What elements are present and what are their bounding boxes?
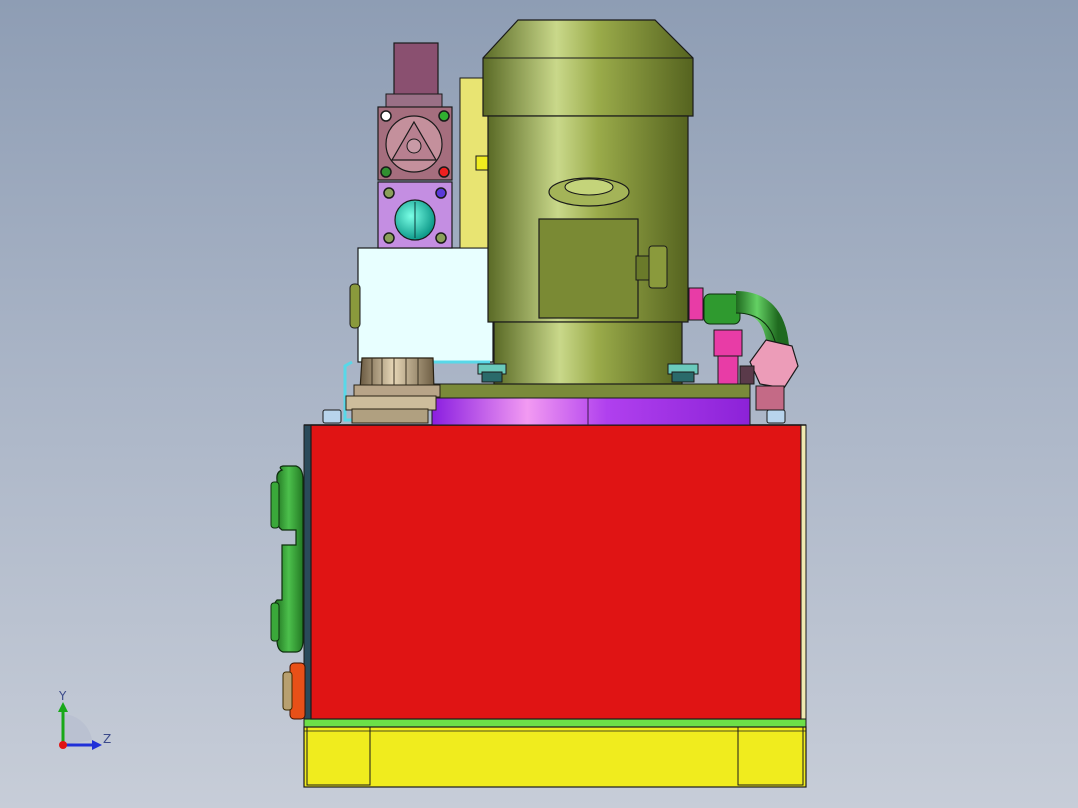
cad-viewport[interactable]: Y Z [0,0,1078,808]
solenoid-connector [385,42,443,109]
side-cover-plate [270,465,304,653]
pressure-gauge-block [377,181,453,249]
drain-plug [282,662,306,720]
hydraulic-power-unit-model [270,19,807,788]
oil-tank [303,424,807,720]
solenoid-valve [377,106,453,181]
triad-z-label: Z [103,732,112,746]
electric-motor [482,19,694,385]
triad-y-label: Y [59,689,67,703]
base-frame [303,718,807,788]
adapter-flange [431,383,751,426]
filler-breather-cap [345,357,441,424]
terminal-box [538,218,639,319]
